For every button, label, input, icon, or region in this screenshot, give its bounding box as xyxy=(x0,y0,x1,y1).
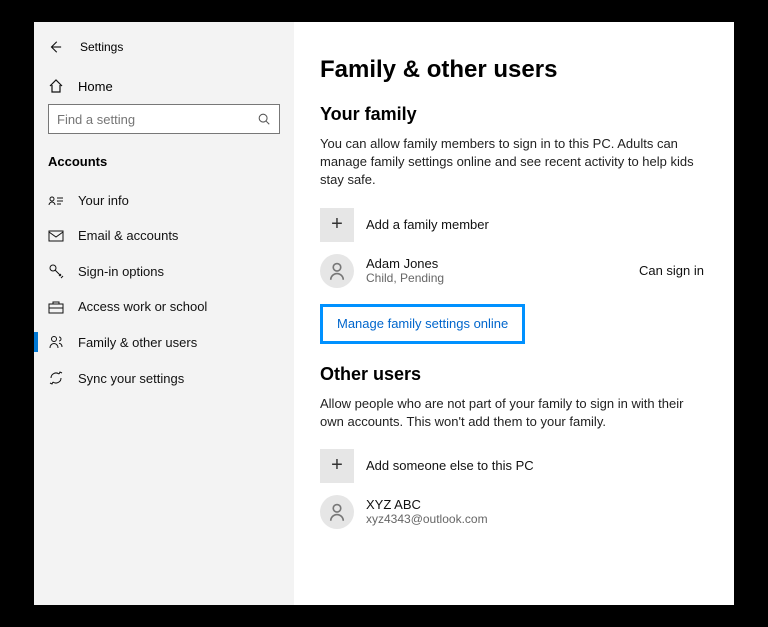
search-icon xyxy=(257,112,271,126)
nav-signin-options[interactable]: Sign-in options xyxy=(34,253,294,289)
add-other-label: Add someone else to this PC xyxy=(366,458,708,473)
nav-email-accounts[interactable]: Email & accounts xyxy=(34,218,294,253)
person-icon xyxy=(327,261,347,281)
plus-icon: + xyxy=(320,208,354,242)
plus-icon: + xyxy=(320,449,354,483)
page-title: Family & other users xyxy=(320,56,708,84)
settings-window: Settings Home Accounts Your info xyxy=(34,22,734,605)
people-icon xyxy=(48,334,64,350)
manage-family-label: Manage family settings online xyxy=(337,316,508,331)
arrow-left-icon xyxy=(48,40,62,54)
nav-access-work-school[interactable]: Access work or school xyxy=(34,289,294,324)
mail-icon xyxy=(48,230,64,242)
nav-list: Your info Email & accounts Sign-in optio… xyxy=(34,183,294,396)
other-user-name: XYZ ABC xyxy=(366,497,708,512)
family-member-row[interactable]: Adam Jones Child, Pending Can sign in xyxy=(320,254,708,288)
topbar: Settings xyxy=(34,40,294,72)
key-icon xyxy=(48,263,64,279)
sidebar: Settings Home Accounts Your info xyxy=(34,22,294,605)
section-header: Accounts xyxy=(34,150,294,183)
add-family-member[interactable]: + Add a family member xyxy=(320,208,708,242)
family-description: You can allow family members to sign in … xyxy=(320,135,700,190)
other-description: Allow people who are not part of your fa… xyxy=(320,395,700,431)
family-heading: Your family xyxy=(320,104,708,125)
avatar xyxy=(320,254,354,288)
app-title: Settings xyxy=(80,40,123,54)
search-input[interactable] xyxy=(57,112,257,127)
home-icon xyxy=(48,78,64,94)
other-user-row[interactable]: XYZ ABC xyz4343@outlook.com xyxy=(320,495,708,529)
avatar xyxy=(320,495,354,529)
member-name: Adam Jones xyxy=(366,256,627,271)
nav-label: Sync your settings xyxy=(78,371,184,386)
home-nav[interactable]: Home xyxy=(34,72,294,104)
briefcase-icon xyxy=(48,300,64,314)
person-icon xyxy=(327,502,347,522)
nav-sync-settings[interactable]: Sync your settings xyxy=(34,360,294,396)
manage-family-link[interactable]: Manage family settings online xyxy=(320,304,525,344)
nav-label: Email & accounts xyxy=(78,228,178,243)
other-user-sub: xyz4343@outlook.com xyxy=(366,512,708,526)
member-status: Can sign in xyxy=(639,263,704,278)
nav-label: Family & other users xyxy=(78,335,197,350)
nav-label: Sign-in options xyxy=(78,264,164,279)
home-label: Home xyxy=(78,79,113,94)
nav-label: Your info xyxy=(78,193,129,208)
back-button[interactable] xyxy=(48,40,62,54)
add-other-user[interactable]: + Add someone else to this PC xyxy=(320,449,708,483)
search-box[interactable] xyxy=(48,104,280,134)
member-sub: Child, Pending xyxy=(366,271,627,285)
nav-family-other-users[interactable]: Family & other users xyxy=(34,324,294,360)
other-heading: Other users xyxy=(320,364,708,385)
sync-icon xyxy=(48,370,64,386)
add-family-label: Add a family member xyxy=(366,217,708,232)
person-card-icon xyxy=(48,195,64,207)
nav-your-info[interactable]: Your info xyxy=(34,183,294,218)
main-content: Family & other users Your family You can… xyxy=(294,22,734,605)
nav-label: Access work or school xyxy=(78,299,207,314)
